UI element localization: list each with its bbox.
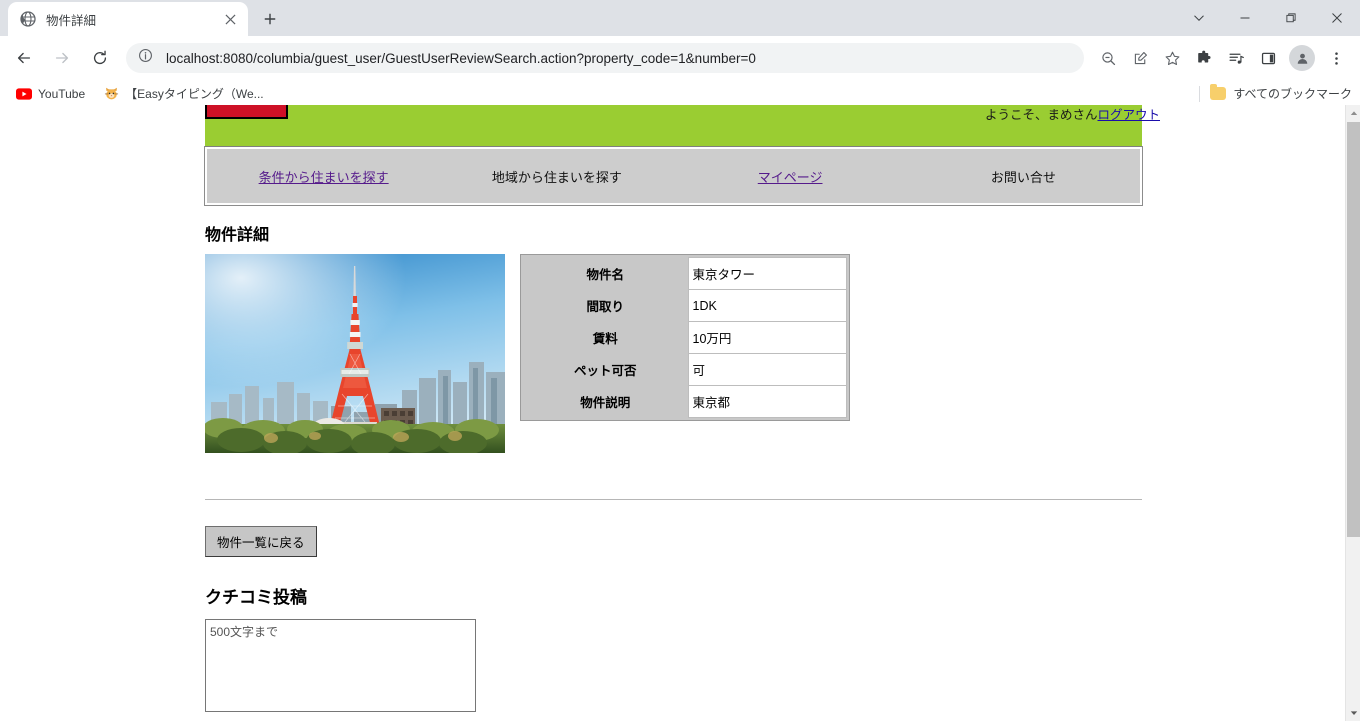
flag-stripe-red xyxy=(207,105,286,117)
table-row: 間取り 1DK xyxy=(523,289,847,322)
all-bookmarks-label: すべてのブックマーク xyxy=(1233,87,1352,101)
zoom-out-icon[interactable] xyxy=(1093,43,1123,73)
site-nav: 条件から住まいを探す 地域から住まいを探す マイページ お問い合せ xyxy=(204,146,1143,206)
close-window-button[interactable] xyxy=(1314,0,1360,36)
table-row: ペット可否 可 xyxy=(523,353,847,386)
globe-icon xyxy=(20,11,36,27)
content-divider xyxy=(205,499,1142,500)
bookmark-item-youtube[interactable]: YouTube xyxy=(8,82,93,106)
property-value-description: 東京都 xyxy=(687,385,847,418)
url-text: localhost:8080/columbia/guest_user/Guest… xyxy=(166,50,756,66)
nav-item-contact[interactable]: お問い合せ xyxy=(907,167,1140,186)
page-viewport: 物件コロンビアは物件検索サイトです。 ようこそ、まめさんログアウト 条件から住ま… xyxy=(0,105,1360,721)
property-label-rent: 賃料 xyxy=(523,321,688,354)
nav-item-search-by-area[interactable]: 地域から住まいを探す xyxy=(440,167,673,186)
close-icon[interactable] xyxy=(220,9,240,29)
all-bookmarks-button[interactable]: すべてのブックマーク xyxy=(1199,84,1352,102)
puzzle-icon[interactable] xyxy=(1189,43,1219,73)
property-value-rent: 10万円 xyxy=(687,321,847,354)
property-value-layout: 1DK xyxy=(687,289,847,322)
scrollbar-thumb[interactable] xyxy=(1347,122,1360,537)
property-value-name: 東京タワー xyxy=(687,257,847,290)
avatar-icon[interactable] xyxy=(1289,45,1315,71)
nav-item-search-by-condition[interactable]: 条件から住まいを探す xyxy=(207,167,440,186)
web-page: 物件コロンビアは物件検索サイトです。 ようこそ、まめさんログアウト 条件から住ま… xyxy=(0,105,1345,721)
nav-item-mypage[interactable]: マイページ xyxy=(674,167,907,186)
nav-link-label: 地域から住まいを探す xyxy=(491,169,622,185)
new-tab-button[interactable] xyxy=(256,5,284,33)
nav-link-label: お問い合せ xyxy=(990,169,1056,185)
minimize-button[interactable] xyxy=(1222,0,1268,36)
nav-link-label[interactable]: 条件から住まいを探す xyxy=(259,170,389,185)
scroll-down-icon[interactable] xyxy=(1346,705,1360,721)
property-label-layout: 間取り xyxy=(523,289,688,322)
star-icon[interactable] xyxy=(1157,43,1187,73)
browser-toolbar: localhost:8080/columbia/guest_user/Guest… xyxy=(0,36,1360,80)
reload-icon[interactable] xyxy=(84,43,116,73)
folder-icon xyxy=(1210,84,1227,100)
address-bar[interactable]: localhost:8080/columbia/guest_user/Guest… xyxy=(126,43,1084,73)
side-panel-icon[interactable] xyxy=(1253,43,1283,73)
property-table-wrapper: 物件名 東京タワー 間取り 1DK 賃料 10万円 ペット可否 可 物件説明 東… xyxy=(520,254,850,421)
colombia-flag-icon xyxy=(205,105,288,119)
back-to-list-button[interactable]: 物件一覧に戻る xyxy=(205,526,317,557)
bookmark-label: 【Easyタイピング（We... xyxy=(125,87,264,101)
property-label-pets: ペット可否 xyxy=(523,353,688,386)
browser-window: 物件詳細 localhost:8080/columbia/guest_user/… xyxy=(0,0,1360,721)
welcome-message: ようこそ、まめさんログアウト xyxy=(985,105,1160,123)
nav-link-label[interactable]: マイページ xyxy=(758,170,823,185)
property-label-name: 物件名 xyxy=(523,257,688,290)
window-controls xyxy=(1176,0,1360,36)
share-icon[interactable] xyxy=(1125,43,1155,73)
table-row: 物件説明 東京都 xyxy=(523,385,847,418)
back-arrow-icon[interactable] xyxy=(8,43,40,73)
table-row: 賃料 10万円 xyxy=(523,321,847,354)
page-scrollbar[interactable] xyxy=(1345,105,1360,721)
property-table: 物件名 東京タワー 間取り 1DK 賃料 10万円 ペット可否 可 物件説明 東… xyxy=(523,257,847,418)
logout-link[interactable]: ログアウト xyxy=(1097,108,1160,122)
welcome-text: ようこそ、まめさん xyxy=(984,108,1098,122)
title-bar: 物件詳細 xyxy=(0,0,1360,36)
bookmarks-separator xyxy=(1199,85,1201,102)
property-label-description: 物件説明 xyxy=(523,385,688,418)
browser-tab[interactable]: 物件詳細 xyxy=(8,2,248,36)
bookmark-label: YouTube xyxy=(38,86,86,101)
three-dots-icon[interactable] xyxy=(1321,43,1351,73)
tab-title: 物件詳細 xyxy=(46,13,97,28)
cat-icon xyxy=(103,86,119,102)
maximize-button[interactable] xyxy=(1268,0,1314,36)
scroll-up-icon[interactable] xyxy=(1346,105,1360,121)
review-input[interactable] xyxy=(205,619,476,712)
property-detail-row: 物件名 東京タワー 間取り 1DK 賃料 10万円 ペット可否 可 物件説明 東… xyxy=(205,254,1142,453)
tab-search-button[interactable] xyxy=(1176,0,1222,36)
property-value-pets: 可 xyxy=(687,353,847,386)
site-header: 物件コロンビアは物件検索サイトです。 ようこそ、まめさんログアウト xyxy=(205,105,1160,147)
page-container: 物件コロンビアは物件検索サイトです。 ようこそ、まめさんログアウト 条件から住ま… xyxy=(204,105,1160,721)
review-section-heading: クチコミ投稿 xyxy=(205,588,307,607)
forward-arrow-icon[interactable] xyxy=(46,43,78,73)
tokyo-tower-photo xyxy=(205,254,505,453)
youtube-icon xyxy=(16,86,32,102)
bookmark-item-easytyping[interactable]: 【Easyタイピング（We... xyxy=(95,82,271,106)
toolbar-actions xyxy=(1092,43,1352,73)
info-circle-icon[interactable] xyxy=(138,48,156,68)
reading-list-icon[interactable] xyxy=(1221,43,1251,73)
bookmarks-bar: YouTube 【Easyタイピング（We... すべてのブックマーク xyxy=(0,80,1360,108)
page-title: 物件詳細 xyxy=(205,227,270,244)
table-row: 物件名 東京タワー xyxy=(523,257,847,290)
